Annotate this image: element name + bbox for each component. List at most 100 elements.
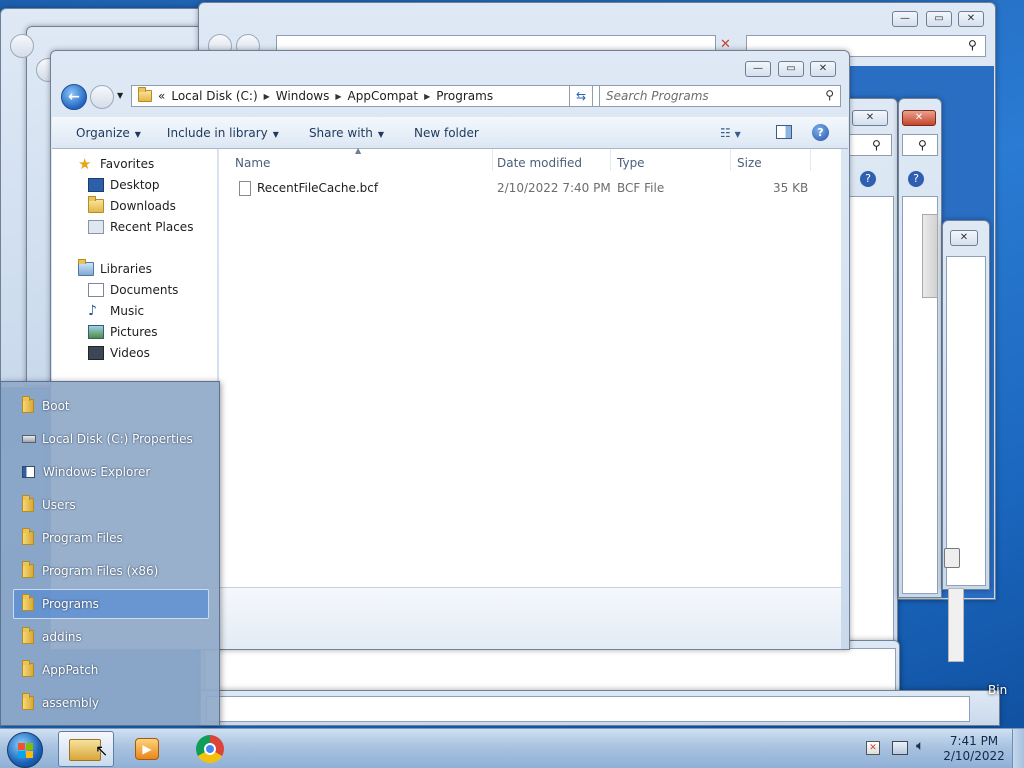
- explorer-icon: [22, 466, 35, 478]
- file-size: 35 KB: [773, 181, 809, 195]
- jump-item-label: Programs: [42, 597, 99, 611]
- bg-scrollbar-right[interactable]: [948, 588, 964, 662]
- search-box[interactable]: Search Programs ⚲: [599, 85, 841, 107]
- recent-pages-dropdown[interactable]: ▼: [117, 91, 123, 100]
- preview-pane-icon[interactable]: [776, 125, 792, 139]
- libraries-icon: [78, 259, 94, 276]
- nav-recent-places[interactable]: Recent Places: [88, 220, 193, 234]
- folder-icon: [138, 87, 152, 102]
- music-icon: ♪: [88, 303, 97, 319]
- arrow-left-icon: ←: [68, 89, 80, 105]
- file-icon: [239, 181, 251, 196]
- desktop-icon: [88, 178, 104, 192]
- bg6-close-button[interactable]: ✕: [950, 230, 978, 246]
- breadcrumb-windows[interactable]: Windows: [276, 89, 330, 103]
- organize-button[interactable]: Organize ▼: [52, 126, 157, 140]
- action-center-flag-icon[interactable]: ✕: [866, 741, 880, 755]
- file-row[interactable]: RecentFileCache.bcf 2/10/2022 7:40 PM BC…: [219, 179, 841, 199]
- jump-item-label: assembly: [42, 696, 99, 710]
- nav-libraries[interactable]: Libraries: [78, 259, 152, 276]
- show-desktop-button[interactable]: [1012, 729, 1024, 768]
- bg5-help-icon[interactable]: ?: [908, 171, 924, 187]
- close-button[interactable]: ✕: [810, 61, 836, 77]
- column-header-size[interactable]: Size: [731, 149, 811, 171]
- recycle-bin-label: Bin: [988, 683, 1008, 697]
- nav-downloads[interactable]: Downloads: [88, 196, 176, 213]
- jump-item-label: Program Files: [42, 531, 123, 545]
- forward-button[interactable]: [90, 85, 114, 109]
- jump-item-addins[interactable]: addins: [13, 622, 209, 652]
- jump-item-label: Users: [42, 498, 76, 512]
- start-button[interactable]: [7, 732, 43, 768]
- jump-item-windows-explorer[interactable]: Windows Explorer: [13, 457, 209, 487]
- folder-icon: [22, 396, 34, 413]
- search-icon[interactable]: ⚲: [825, 88, 834, 102]
- folder-icon: [22, 561, 34, 578]
- bg5-scrollbar[interactable]: [922, 214, 938, 298]
- folder-icon: [22, 627, 34, 644]
- bg5-close-button[interactable]: ✕: [902, 110, 936, 126]
- maximize-button[interactable]: ▭: [778, 61, 804, 77]
- bg4-help-icon[interactable]: ?: [860, 171, 876, 187]
- pictures-icon: [88, 325, 104, 339]
- jump-item-local-disk-properties[interactable]: Local Disk (C:) Properties: [13, 424, 209, 454]
- include-in-library-button[interactable]: Include in library ▼: [157, 126, 295, 140]
- column-header-date-modified[interactable]: Date modified: [491, 149, 611, 171]
- nav-videos[interactable]: Videos: [88, 346, 150, 360]
- jump-item-program-files[interactable]: Program Files: [13, 523, 209, 553]
- media-player-icon: ▶: [135, 738, 159, 760]
- breadcrumb-appcompat[interactable]: AppCompat: [348, 89, 419, 103]
- bg4-search-icon: ⚲: [872, 138, 881, 152]
- help-icon[interactable]: ?: [812, 124, 829, 141]
- nav-downloads-label: Downloads: [110, 199, 176, 213]
- bg7-strip: [204, 648, 896, 692]
- nav-music-label: Music: [110, 304, 145, 318]
- chevron-down-icon: ▼: [377, 129, 384, 139]
- folder-icon: [22, 495, 34, 512]
- jump-item-label: Program Files (x86): [42, 564, 159, 578]
- folder-icon: [22, 693, 34, 710]
- taskbar-explorer-button[interactable]: ↖: [58, 731, 114, 767]
- network-icon[interactable]: [892, 741, 908, 755]
- chevron-right-icon[interactable]: ▶: [424, 92, 430, 101]
- taskbar-media-player-button[interactable]: ▶: [120, 731, 176, 767]
- bg3-minimize-button[interactable]: —: [892, 11, 918, 27]
- bg4-close-button[interactable]: ✕: [852, 110, 888, 126]
- taskbar-chrome-button[interactable]: [183, 731, 239, 767]
- nav-documents[interactable]: Documents: [88, 283, 178, 297]
- clock[interactable]: 7:41 PM 2/10/2022: [940, 734, 1008, 764]
- bg3-maximize-button[interactable]: ▭: [926, 11, 952, 27]
- nav-music[interactable]: ♪ Music: [88, 304, 144, 318]
- folder-icon: [22, 594, 34, 611]
- jump-item-program-files-x86[interactable]: Program Files (x86): [13, 556, 209, 586]
- jump-item-apppatch[interactable]: AppPatch: [13, 655, 209, 685]
- volume-icon[interactable]: 🔈︎: [916, 738, 924, 754]
- jump-item-boot[interactable]: Boot: [13, 391, 209, 421]
- breadcrumb-programs[interactable]: Programs: [436, 89, 493, 103]
- minimize-button[interactable]: —: [745, 61, 771, 77]
- bg3-search-icon: ⚲: [968, 38, 977, 52]
- breadcrumb-local-disk[interactable]: Local Disk (C:): [171, 89, 257, 103]
- new-folder-button[interactable]: New folder: [400, 126, 495, 140]
- bg3-close-button[interactable]: ✕: [958, 11, 984, 27]
- address-bar[interactable]: « Local Disk (C:) ▶ Windows ▶ AppCompat …: [131, 85, 619, 107]
- chevron-right-icon[interactable]: ▶: [335, 92, 341, 101]
- back-button[interactable]: ←: [61, 84, 87, 110]
- address-prefix[interactable]: «: [158, 89, 165, 103]
- share-with-button[interactable]: Share with ▼: [295, 126, 400, 140]
- column-header-type[interactable]: Type: [611, 149, 731, 171]
- view-options-icon[interactable]: ☷ ▼: [720, 126, 741, 140]
- chevron-right-icon[interactable]: ▶: [264, 92, 270, 101]
- chrome-icon-center: [204, 743, 216, 755]
- jump-item-assembly[interactable]: assembly: [13, 688, 209, 718]
- bg6-button[interactable]: [944, 548, 960, 568]
- file-date: 2/10/2022 7:40 PM: [497, 181, 611, 195]
- jump-item-users[interactable]: Users: [13, 490, 209, 520]
- nav-pictures[interactable]: Pictures: [88, 325, 158, 339]
- jump-item-programs[interactable]: Programs: [13, 589, 209, 619]
- refresh-button[interactable]: ⇆: [569, 85, 593, 107]
- taskbar: ↖ ▶ ✕ 🔈︎ 7:41 PM 2/10/2022: [0, 728, 1024, 768]
- nav-desktop[interactable]: Desktop: [88, 178, 160, 192]
- nav-favorites[interactable]: ★ Favorites: [78, 157, 154, 172]
- file-name: RecentFileCache.bcf: [257, 181, 379, 195]
